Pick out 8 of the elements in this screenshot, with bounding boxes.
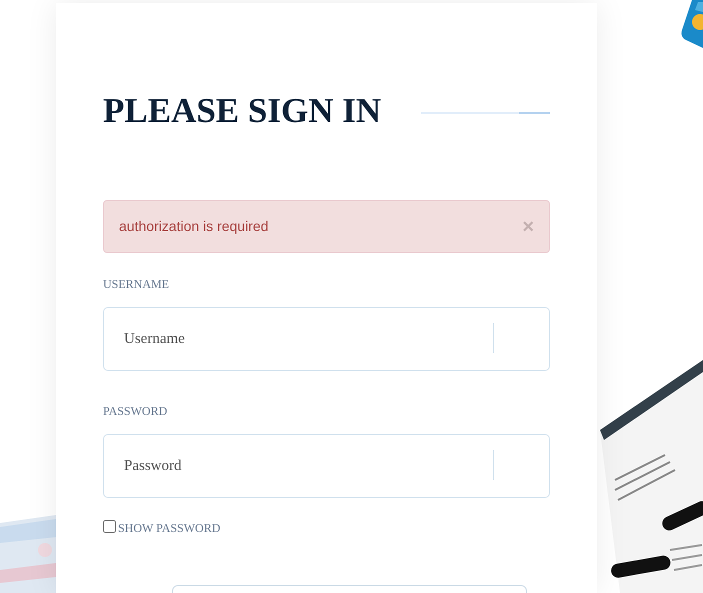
alert-message: authorization is required	[119, 217, 268, 236]
page-title: PLEASE SIGN IN	[103, 91, 382, 131]
show-password-checkbox[interactable]	[103, 520, 116, 533]
field-label: PASSWORD	[103, 404, 168, 418]
input-field[interactable]: Username	[103, 307, 550, 371]
field-label: USERNAME	[103, 277, 170, 291]
input-field[interactable]: Password	[103, 434, 550, 498]
show-password-label[interactable]: SHOW PASSWORD	[118, 519, 220, 537]
